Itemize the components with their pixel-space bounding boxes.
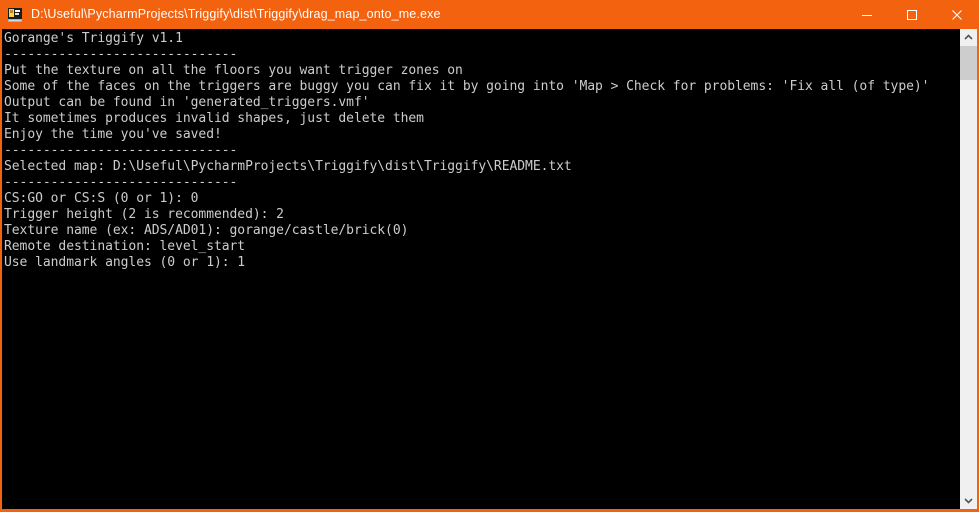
- chevron-down-icon: [964, 498, 973, 504]
- console-line: It sometimes produces invalid shapes, ju…: [4, 111, 424, 126]
- maximize-button[interactable]: [889, 0, 934, 29]
- console-line: Use landmark angles (0 or 1): 1: [4, 255, 246, 270]
- scrollbar-thumb[interactable]: [960, 46, 977, 80]
- title-bar[interactable]: D:\Useful\PycharmProjects\Triggify\dist\…: [0, 0, 979, 29]
- minimize-icon: [861, 14, 872, 16]
- console-line: ------------------------------: [4, 175, 238, 190]
- window-controls: [844, 0, 979, 29]
- console-frame: Gorange's Triggify v1.1 -----------------…: [0, 29, 979, 512]
- console-line: Selected map: D:\Useful\PycharmProjects\…: [4, 159, 572, 174]
- close-icon: [951, 9, 962, 20]
- console-line: Trigger height (2 is recommended): 2: [4, 207, 284, 222]
- minimize-button[interactable]: [844, 0, 889, 29]
- console-line: ------------------------------: [4, 47, 238, 62]
- maximize-icon: [906, 9, 917, 20]
- scrollbar-track[interactable]: [960, 46, 977, 492]
- console-line: ------------------------------: [4, 143, 238, 158]
- console-line: Texture name (ex: ADS/AD01): gorange/cas…: [4, 223, 409, 238]
- close-button[interactable]: [934, 0, 979, 29]
- console-window: D:\Useful\PycharmProjects\Triggify\dist\…: [0, 0, 979, 512]
- console-app-icon: [7, 6, 23, 23]
- chevron-up-icon: [964, 34, 973, 40]
- vertical-scrollbar[interactable]: [960, 29, 977, 509]
- window-title: D:\Useful\PycharmProjects\Triggify\dist\…: [31, 7, 441, 21]
- console-line: Remote destination: level_start: [4, 239, 246, 254]
- scroll-up-button[interactable]: [960, 29, 977, 46]
- console-line: CS:GO or CS:S (0 or 1): 0: [4, 191, 199, 206]
- console-line: Enjoy the time you've saved!: [4, 127, 222, 142]
- console-line: Put the texture on all the floors you wa…: [4, 63, 463, 78]
- console-line: Gorange's Triggify v1.1: [4, 31, 183, 46]
- scroll-down-button[interactable]: [960, 492, 977, 509]
- console-output[interactable]: Gorange's Triggify v1.1 -----------------…: [2, 29, 960, 509]
- console-line: Some of the faces on the triggers are bu…: [4, 79, 930, 94]
- console-line: Output can be found in 'generated_trigge…: [4, 95, 370, 110]
